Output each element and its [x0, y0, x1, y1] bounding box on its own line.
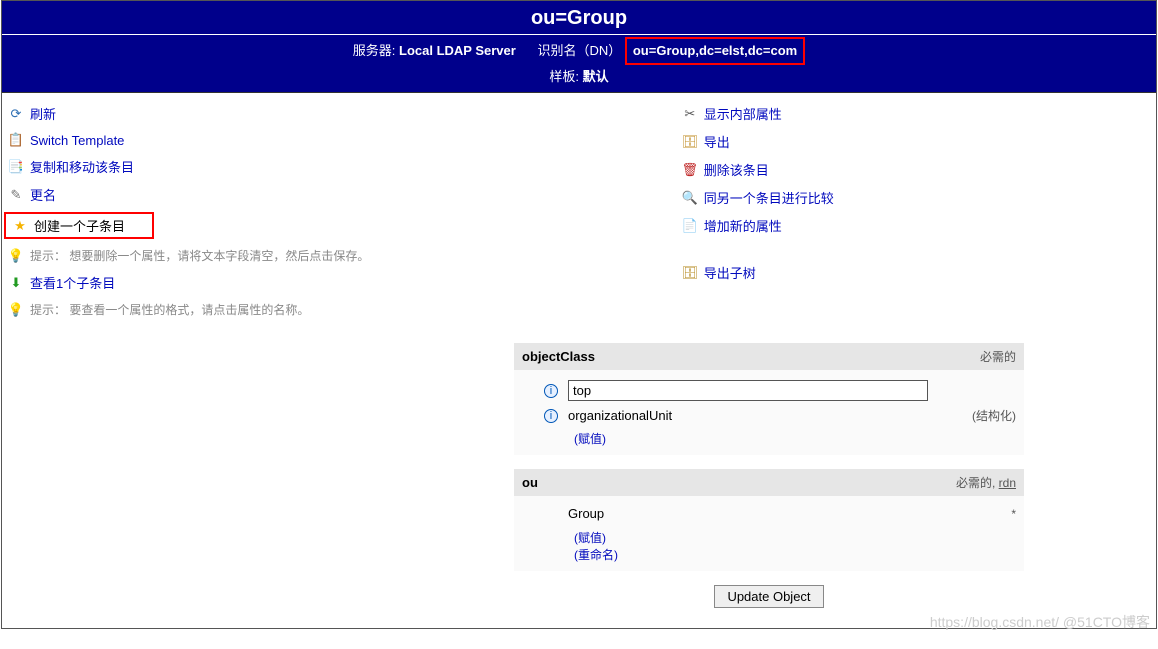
attr-meta-objectclass: 必需的	[980, 348, 1016, 365]
attr-meta-ou: 必需的, rdn	[956, 474, 1016, 491]
info-icon[interactable]: i	[544, 409, 558, 423]
hint-format: 💡 提示： 要查看一个属性的格式，请点击属性的名称。	[8, 300, 682, 319]
action-switch-template[interactable]: 📋 Switch Template	[8, 131, 682, 149]
action-columns: ⟳ 刷新 📋 Switch Template 📑 复制和移动该条目 ✎ 更名 ★	[8, 103, 1150, 319]
watermark: https://blog.csdn.net/ @51CTO博客	[930, 612, 1150, 632]
ou-asterisk: *	[1011, 507, 1016, 521]
attr-head-ou: ou 必需的, rdn	[514, 469, 1024, 496]
view-children-icon: ⬇	[8, 275, 24, 291]
update-object-button[interactable]: Update Object	[714, 585, 823, 608]
ou-meta-required: 必需的	[956, 476, 992, 490]
copy-move-link[interactable]: 复制和移动该条目	[30, 157, 134, 176]
action-export[interactable]: 🗄 导出	[682, 131, 1150, 152]
spacer	[682, 243, 1150, 255]
action-show-internal[interactable]: ✂ 显示内部属性	[682, 103, 1150, 124]
create-child-link[interactable]: 创建一个子条目	[34, 216, 125, 235]
attr-ou: ou 必需的, rdn Group * (赋值) (重命名)	[514, 469, 1024, 571]
refresh-icon: ⟳	[8, 106, 24, 122]
objectclass-value-2-note: (结构化)	[972, 407, 1016, 424]
right-actions: ✂ 显示内部属性 🗄 导出 🗑 删除该条目 🔍 同另一个条目进行比较 📄	[682, 103, 1150, 319]
export-link[interactable]: 导出	[704, 132, 730, 151]
view-children-link[interactable]: 查看1个子条目	[30, 273, 115, 292]
template-value: 默认	[583, 69, 609, 84]
action-export-subtree[interactable]: 🗄 导出子树	[682, 262, 1150, 283]
hint-delete-text: 提示： 想要删除一个属性，请将文本字段清空，然后点击保存。	[30, 247, 369, 264]
template-label: 样板:	[549, 69, 579, 84]
refresh-link[interactable]: 刷新	[30, 104, 56, 123]
ou-links: (赋值) (重命名)	[522, 529, 1016, 563]
objectclass-value-2-text: organizationalUnit	[568, 408, 672, 423]
ou-rename[interactable]: (重命名)	[574, 548, 618, 562]
star-icon: ★	[12, 218, 28, 234]
objectclass-value-2-row: i organizationalUnit (结构化)	[522, 407, 1016, 424]
body: ⟳ 刷新 📋 Switch Template 📑 复制和移动该条目 ✎ 更名 ★	[2, 93, 1156, 628]
dn-value: ou=Group,dc=elst,dc=com	[625, 37, 805, 65]
attr-objectclass: objectClass 必需的 i i organizationalUnit (…	[514, 343, 1024, 455]
ou-value-row: Group *	[522, 506, 1016, 521]
compare-icon: 🔍	[682, 190, 698, 206]
ou-value-text: Group	[568, 506, 604, 521]
objectclass-value-1-row: i	[522, 380, 1016, 401]
attr-name-ou: ou	[522, 475, 538, 490]
export-subtree-icon: 🗄	[682, 265, 698, 281]
page-title: ou=Group	[2, 1, 1156, 34]
attr-name-objectclass: objectClass	[522, 349, 595, 364]
copy-icon: 📑	[8, 159, 24, 175]
attr-body-objectclass: i i organizationalUnit (结构化) (赋值)	[514, 370, 1024, 455]
attr-head-objectclass: objectClass 必需的	[514, 343, 1024, 370]
action-compare[interactable]: 🔍 同另一个条目进行比较	[682, 187, 1150, 208]
header-info: 服务器: Local LDAP Server 识别名（DN） ou=Group,…	[2, 34, 1156, 92]
attributes-area: objectClass 必需的 i i organizationalUnit (…	[514, 343, 1024, 608]
action-rename[interactable]: ✎ 更名	[8, 184, 682, 205]
bulb-icon: 💡	[8, 248, 24, 264]
rename-link[interactable]: 更名	[30, 185, 56, 204]
hint-format-text: 提示： 要查看一个属性的格式，请点击属性的名称。	[30, 301, 309, 318]
action-create-child[interactable]: ★ 创建一个子条目	[4, 212, 154, 239]
objectclass-add-value[interactable]: (赋值)	[574, 432, 606, 446]
action-refresh[interactable]: ⟳ 刷新	[8, 103, 682, 124]
delete-entry-link[interactable]: 删除该条目	[704, 160, 769, 179]
objectclass-links: (赋值)	[522, 430, 1016, 447]
header: ou=Group 服务器: Local LDAP Server 识别名（DN） …	[2, 1, 1156, 93]
left-actions: ⟳ 刷新 📋 Switch Template 📑 复制和移动该条目 ✎ 更名 ★	[8, 103, 682, 319]
ou-meta-rdn[interactable]: rdn	[999, 476, 1016, 490]
add-attr-icon: 📄	[682, 218, 698, 234]
add-attr-link[interactable]: 增加新的属性	[704, 216, 782, 235]
server-label: 服务器:	[353, 43, 396, 58]
action-copy-move[interactable]: 📑 复制和移动该条目	[8, 156, 682, 177]
app-frame: ou=Group 服务器: Local LDAP Server 识别名（DN） …	[1, 0, 1157, 629]
export-icon: 🗄	[682, 134, 698, 150]
compare-link[interactable]: 同另一个条目进行比较	[704, 188, 834, 207]
dn-label: 识别名（DN）	[537, 43, 621, 58]
rename-icon: ✎	[8, 187, 24, 203]
info-icon[interactable]: i	[544, 384, 558, 398]
action-add-attr[interactable]: 📄 增加新的属性	[682, 215, 1150, 236]
update-row: Update Object	[514, 585, 1024, 608]
action-delete-entry[interactable]: 🗑 删除该条目	[682, 159, 1150, 180]
bulb-icon: 💡	[8, 302, 24, 318]
show-internal-link[interactable]: 显示内部属性	[704, 104, 782, 123]
attr-body-ou: Group * (赋值) (重命名)	[514, 496, 1024, 571]
objectclass-value-1-input[interactable]	[568, 380, 928, 401]
trash-icon: 🗑	[682, 162, 698, 178]
server-value: Local LDAP Server	[399, 43, 516, 58]
template-icon: 📋	[8, 132, 24, 148]
export-subtree-link[interactable]: 导出子树	[704, 263, 756, 282]
ou-add-value[interactable]: (赋值)	[574, 531, 606, 545]
hint-delete-attr: 💡 提示： 想要删除一个属性，请将文本字段清空，然后点击保存。	[8, 246, 682, 265]
tools-icon: ✂	[682, 106, 698, 122]
action-view-children[interactable]: ⬇ 查看1个子条目	[8, 272, 682, 293]
switch-template-link[interactable]: Switch Template	[30, 133, 124, 148]
